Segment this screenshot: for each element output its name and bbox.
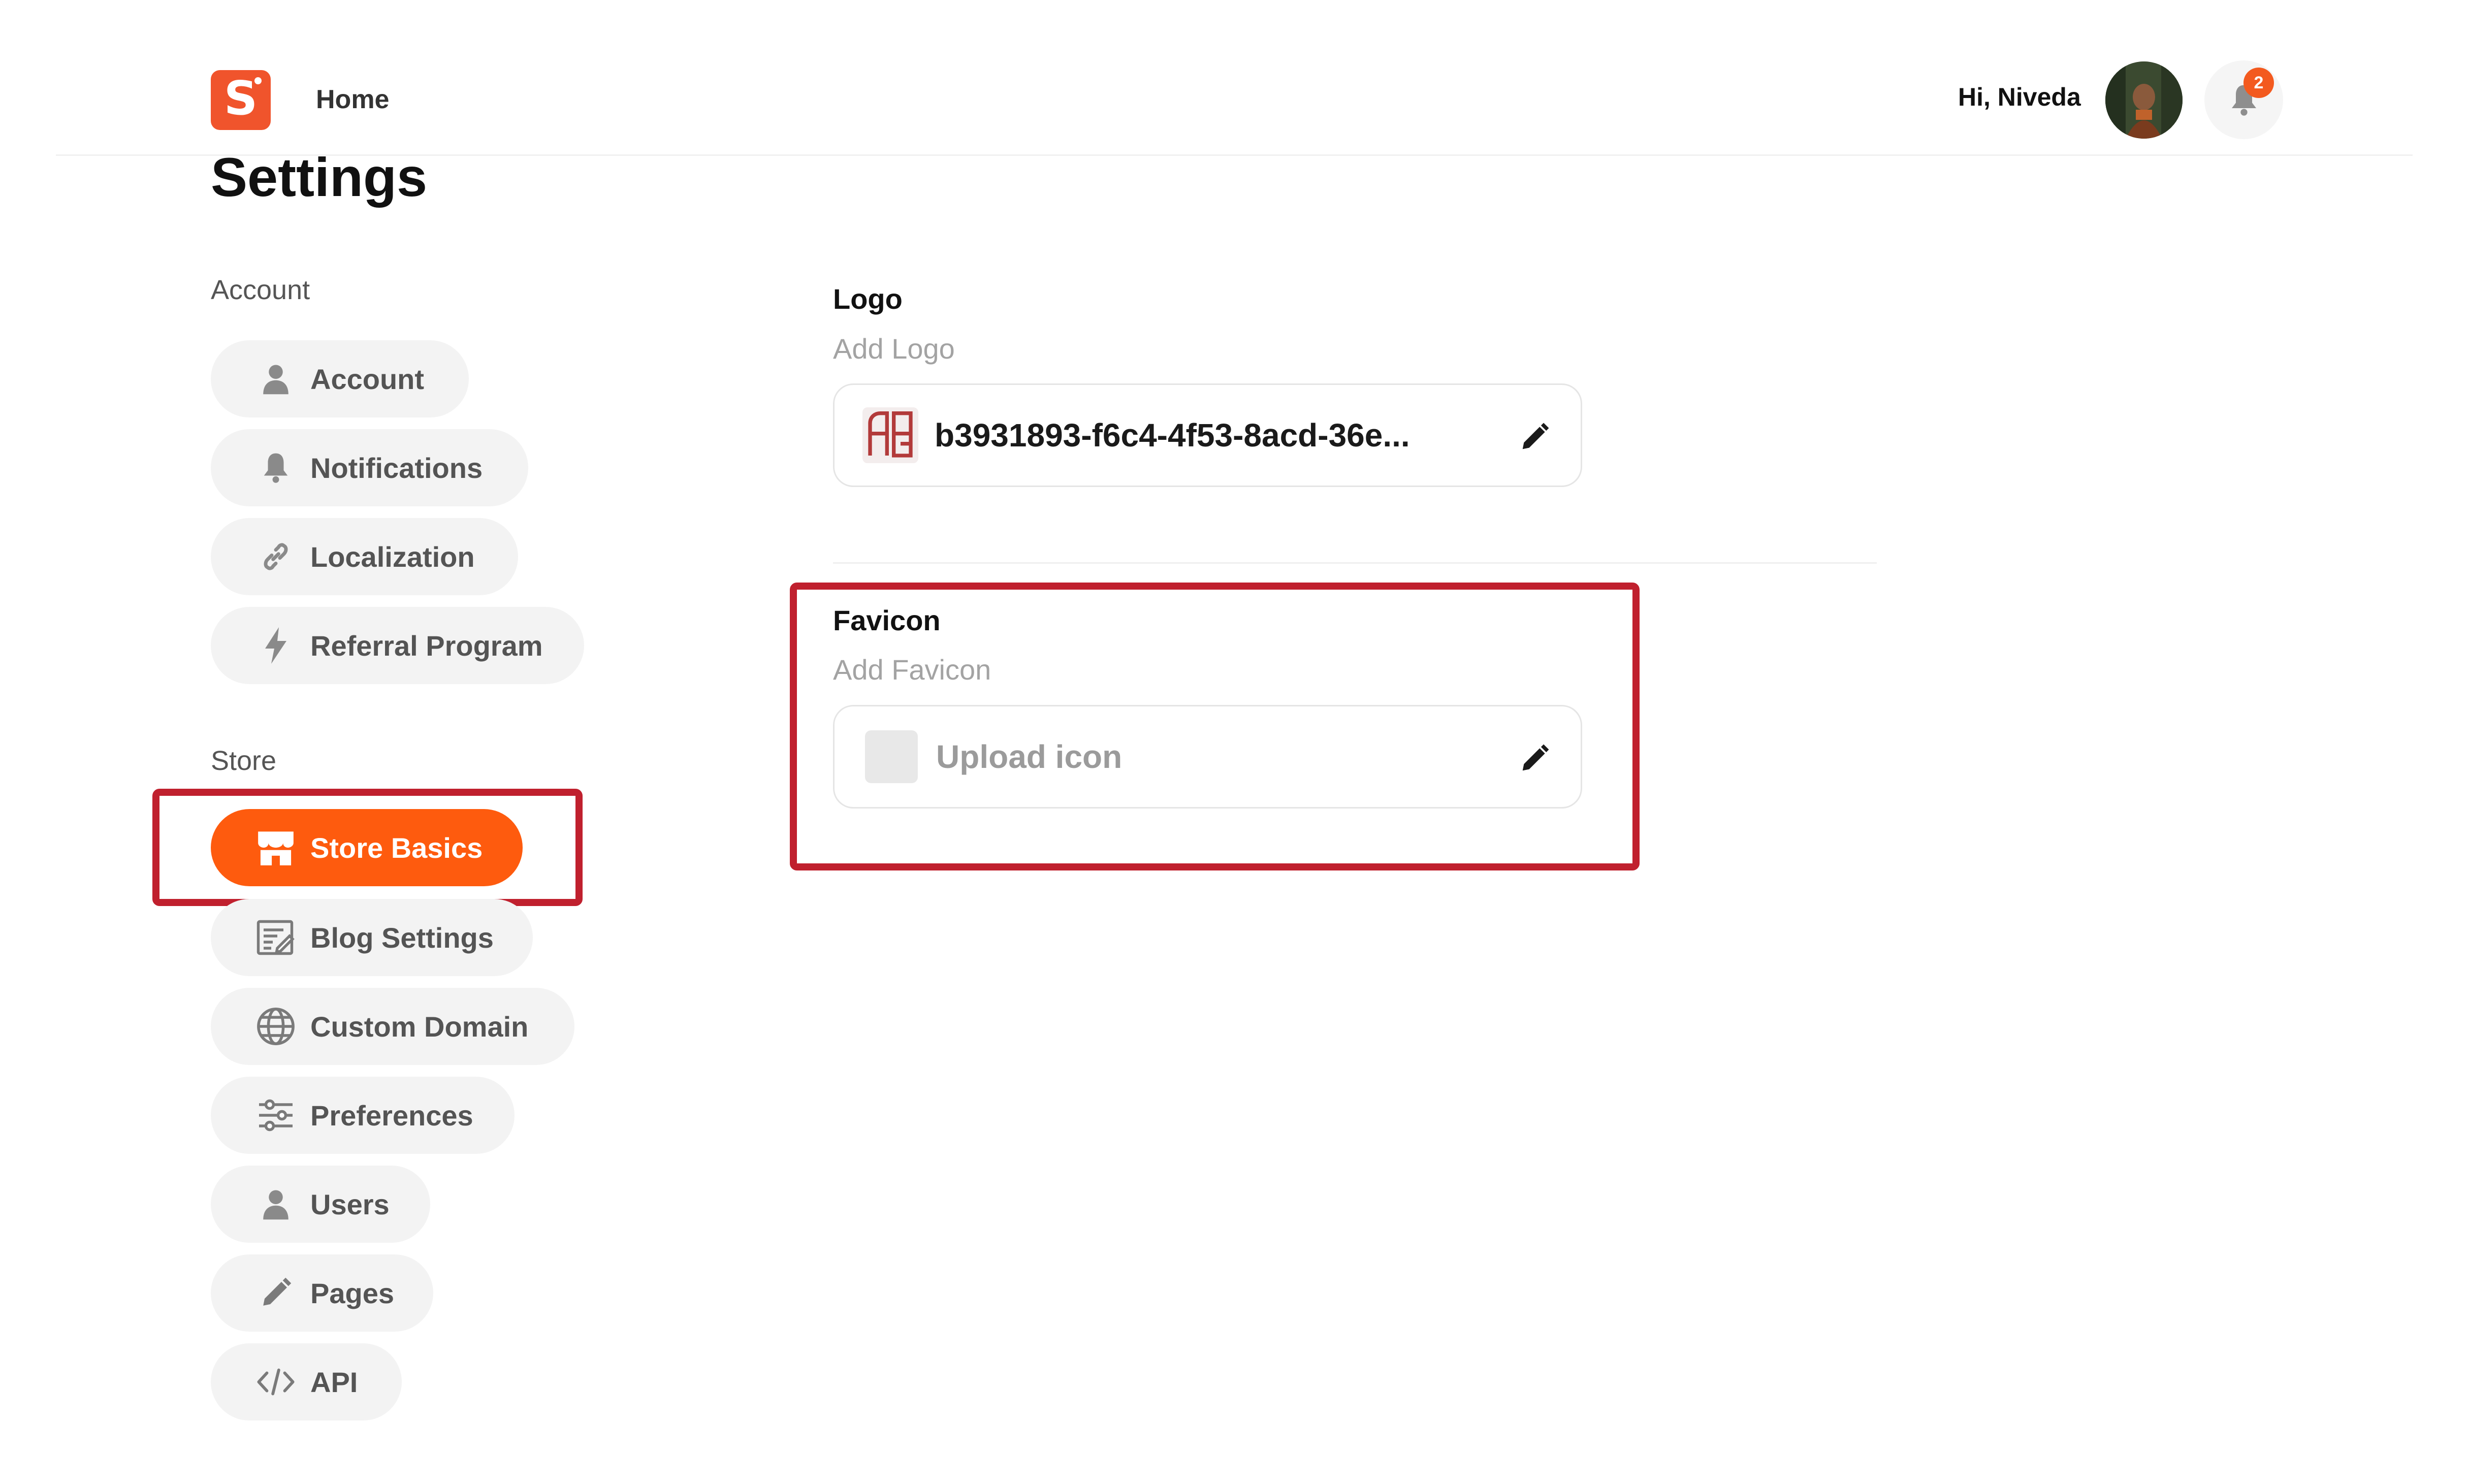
bell-icon <box>255 447 296 488</box>
store-section-label: Store <box>211 746 277 776</box>
sliders-icon <box>255 1095 296 1136</box>
sidebar-item-label: API <box>310 1366 358 1398</box>
favicon-upload-field[interactable]: Upload icon <box>833 705 1582 809</box>
sidebar-item-label: Notifications <box>310 451 483 484</box>
brand-logo[interactable]: S <box>211 70 271 130</box>
sidebar-item-label: Account <box>310 363 424 395</box>
home-link[interactable]: Home <box>316 84 389 115</box>
notifications-button[interactable] <box>2204 60 2283 139</box>
user-icon <box>255 1184 296 1224</box>
sidebar-item-label: Blog Settings <box>310 921 494 954</box>
logo-thumbnail-icon <box>862 407 918 463</box>
sidebar-item-localization[interactable]: Localization <box>211 518 518 595</box>
sidebar-item-users[interactable]: Users <box>211 1166 430 1243</box>
edit-favicon-icon[interactable] <box>1519 743 1550 777</box>
favicon-placeholder-icon <box>865 730 918 783</box>
store-icon <box>255 827 296 868</box>
globe-icon <box>255 1006 296 1047</box>
sidebar-item-custom-domain[interactable]: Custom Domain <box>211 988 574 1065</box>
pencil-icon <box>255 1273 296 1313</box>
sidebar-item-label: Preferences <box>310 1099 473 1132</box>
code-icon <box>255 1362 296 1402</box>
section-divider <box>833 562 1877 564</box>
sidebar-item-api[interactable]: API <box>211 1343 402 1421</box>
brand-dot <box>254 77 262 84</box>
brand-letter: S <box>223 71 258 125</box>
account-section-label: Account <box>211 275 310 305</box>
sidebar-item-notifications[interactable]: Notifications <box>211 429 528 506</box>
sidebar-item-preferences[interactable]: Preferences <box>211 1077 515 1154</box>
logo-section-title: Logo <box>833 283 903 315</box>
favicon-section-title: Favicon <box>833 604 941 636</box>
sidebar-item-label: Localization <box>310 540 475 573</box>
sidebar-item-label: Store Basics <box>310 831 483 864</box>
link-icon <box>255 536 296 577</box>
avatar-image <box>2105 61 2183 139</box>
avatar[interactable] <box>2105 61 2183 139</box>
user-icon <box>255 359 296 399</box>
sidebar-item-account[interactable]: Account <box>211 340 469 417</box>
logo-file-name: b3931893-f6c4-4f53-8acd-36e... <box>935 417 1410 454</box>
logo-upload-field[interactable]: b3931893-f6c4-4f53-8acd-36e... <box>833 383 1582 487</box>
sidebar-item-label: Referral Program <box>310 629 543 662</box>
page-title: Settings <box>211 146 428 208</box>
user-greeting: Hi, Niveda <box>1958 83 2081 111</box>
sidebar-item-referral-program[interactable]: Referral Program <box>211 607 584 684</box>
blog-icon <box>255 917 296 958</box>
sidebar-item-pages[interactable]: Pages <box>211 1254 433 1332</box>
edit-logo-icon[interactable] <box>1519 422 1550 456</box>
lightning-icon <box>255 625 296 666</box>
notification-badge: 2 <box>2243 68 2274 98</box>
sidebar-item-label: Custom Domain <box>310 1010 529 1043</box>
sidebar-item-label: Users <box>310 1188 390 1220</box>
sidebar-item-blog-settings[interactable]: Blog Settings <box>211 899 533 976</box>
favicon-upload-placeholder: Upload icon <box>936 738 1123 775</box>
sidebar-item-label: Pages <box>310 1277 394 1309</box>
sidebar-item-store-basics[interactable]: Store Basics <box>211 809 523 886</box>
favicon-section-subtitle: Add Favicon <box>833 654 991 686</box>
logo-section-subtitle: Add Logo <box>833 333 955 365</box>
